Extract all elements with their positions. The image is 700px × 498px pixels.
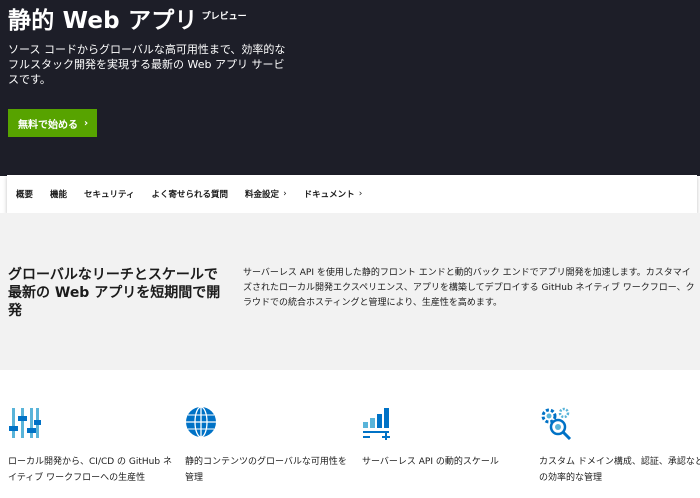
- hero-description: ソース コードからグローバルな高可用性まで、効率的なフルスタック開発を実現する最…: [8, 43, 286, 86]
- hero-banner: 静的 Web アプリ プレビュー ソース コードからグローバルな高可用性まで、効…: [0, 0, 700, 176]
- feature-text: サーバーレス API の動的スケール: [362, 457, 499, 467]
- nav-item-security[interactable]: セキュリティ: [84, 188, 135, 200]
- feature-text: カスタム ドメイン構成、認証、承認などの効率的な管理: [539, 457, 700, 483]
- intro-section: グローバルなリーチとスケールで最新の Web アプリを短期間で開発 サーバーレス…: [0, 213, 700, 370]
- nav-item-docs[interactable]: ドキュメント ›: [304, 188, 363, 200]
- settings-search-icon: [541, 407, 572, 440]
- nav-item-pricing[interactable]: 料金設定 ›: [245, 188, 287, 200]
- nav-item-overview[interactable]: 概要: [16, 188, 33, 200]
- nav-item-label: セキュリティ: [84, 190, 135, 200]
- feature-item: サーバーレス API の動的スケール: [362, 406, 527, 470]
- feature-item: カスタム ドメイン構成、認証、承認などの効率的な管理: [539, 406, 700, 486]
- globe-icon: [186, 406, 216, 438]
- nav-item-label: よく寄せられる質問: [151, 190, 229, 200]
- start-free-button[interactable]: 無料で始める ›: [8, 109, 97, 137]
- features-section: ローカル開発から、CI/CD の GitHub ネイティブ ワークフローへの生産…: [0, 370, 700, 498]
- sliders-icon: [9, 408, 41, 438]
- feature-item: 静的コンテンツのグローバルな可用性を管理: [185, 406, 350, 486]
- nav-item-features[interactable]: 機能: [50, 188, 67, 200]
- nav-item-label: ドキュメント: [303, 190, 355, 200]
- feature-text: ローカル開発から、CI/CD の GitHub ネイティブ ワークフローへの生産…: [8, 457, 172, 483]
- hero-title-group: 静的 Web アプリ プレビュー: [8, 6, 247, 36]
- intro-body: サーバーレス API を使用した静的フロント エンドと動的バック エンドでアプリ…: [243, 268, 695, 308]
- intro-heading: グローバルなリーチとスケールで最新の Web アプリを短期間で開発: [8, 267, 221, 319]
- nav-item-label: 料金設定: [245, 190, 280, 200]
- nav-item-faq[interactable]: よく寄せられる質問: [152, 188, 229, 200]
- chevron-right-icon: ›: [283, 189, 287, 199]
- feature-item: ローカル開発から、CI/CD の GitHub ネイティブ ワークフローへの生産…: [8, 406, 173, 486]
- start-free-button-label: 無料で始める: [18, 119, 78, 131]
- chevron-right-icon: ›: [84, 117, 89, 129]
- nav-item-label: 概要: [16, 190, 34, 200]
- preview-badge: プレビュー: [201, 12, 247, 22]
- chevron-right-icon: ›: [358, 189, 363, 199]
- scale-chart-icon: [363, 408, 390, 440]
- feature-text: 静的コンテンツのグローバルな可用性を管理: [185, 457, 347, 483]
- nav-item-label: 機能: [50, 190, 68, 200]
- page-title: 静的 Web アプリ: [8, 8, 198, 34]
- section-nav: 概要 機能 セキュリティ よく寄せられる質問 料金設定 › ドキュメント ›: [7, 175, 697, 213]
